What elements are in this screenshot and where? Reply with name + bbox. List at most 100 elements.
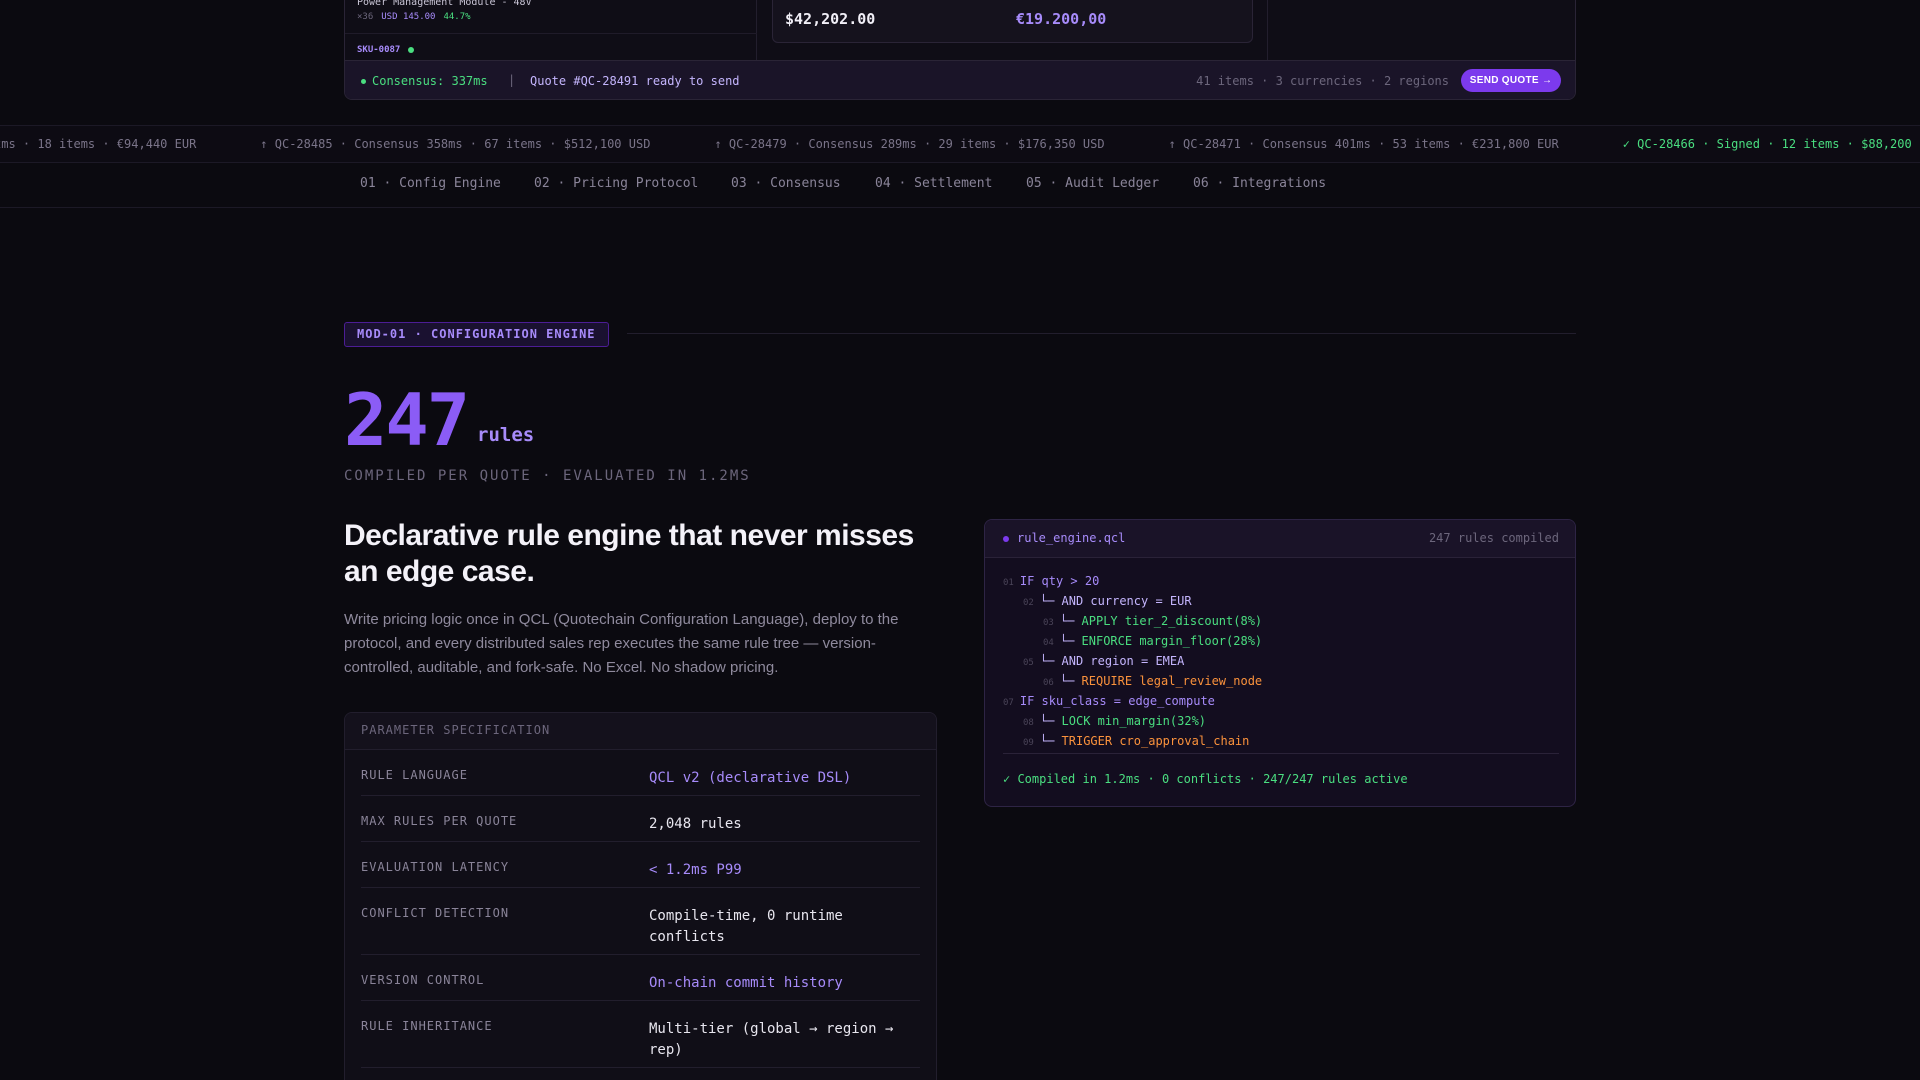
- code-line: 09 └─ TRIGGER cro_approval_chain: [1023, 734, 1249, 748]
- code-line: 03 └─ APPLY tier_2_discount(8%): [1043, 614, 1262, 628]
- tree-branch: └─: [1039, 734, 1062, 748]
- table-row: EVALUATION LATENCY < 1.2ms P99: [361, 842, 920, 888]
- ticker-item[interactable]: ✓ QC-28466 · Signed · 12 items · $88,200: [1623, 137, 1912, 151]
- rules-count: 247: [344, 378, 470, 462]
- status-separator: |: [508, 73, 516, 87]
- table-row: CONFLICT DETECTION Compile-time, 0 runti…: [361, 888, 920, 955]
- spec-value: 2,048 rules: [649, 816, 742, 832]
- sku-label: SKU-0087: [357, 45, 401, 55]
- divider: [627, 333, 1576, 334]
- total-eur: €19.200,00: [1016, 10, 1107, 28]
- quote-card: Power Management Module - 48V ×36 USD 14…: [344, 0, 1576, 100]
- rules-unit: rules: [477, 424, 535, 446]
- section-description: Write pricing logic once in QCL (Quotech…: [344, 611, 899, 676]
- tree-branch: └─: [1039, 714, 1062, 728]
- totals-panel: $42,202.00 €19.200,00: [772, 0, 1253, 43]
- rules-subline: COMPILED PER QUOTE · EVALUATED IN 1.2MS: [344, 468, 751, 484]
- status-dot-icon: [408, 47, 415, 53]
- code-text: TRIGGER cro_approval_chain: [1061, 734, 1250, 748]
- parameter-spec-table: PARAMETER SPECIFICATION RULE LANGUAGE QC…: [344, 712, 937, 1080]
- total-usd: $42,202.00: [785, 10, 876, 28]
- spec-value: Multi-tier (global → region → rep): [649, 1021, 894, 1058]
- line-number: 04: [1043, 638, 1054, 648]
- spec-key: EVALUATION LATENCY: [361, 860, 510, 874]
- tree-branch: └─: [1039, 654, 1062, 668]
- module-tag: MOD-01 · CONFIGURATION ENGINE: [344, 322, 609, 347]
- line-number: 07: [1003, 698, 1014, 708]
- table-row: MAX RULES PER QUOTE 2,048 rules: [361, 796, 920, 842]
- code-text: LOCK min_margin(32%): [1061, 714, 1207, 728]
- spec-value: QCL v2 (declarative DSL): [649, 770, 852, 786]
- ticker-track: 2ms · 18 items · €94,440 EUR ↑ QC-28485 ·…: [0, 137, 1920, 151]
- spec-value: Compile-time, 0 runtime conflicts: [649, 908, 843, 945]
- line-unit-price: USD 145.00: [381, 12, 436, 22]
- file-dot-icon: [1003, 536, 1009, 542]
- spec-key: MAX RULES PER QUOTE: [361, 814, 518, 828]
- code-line: 01 IF qty > 20: [1003, 574, 1099, 588]
- ticker-item[interactable]: ↑ QC-28485 · Consensus 358ms · 67 items …: [260, 137, 650, 151]
- quote-ready-label: Quote #QC-28491 ready to send: [530, 74, 740, 88]
- quote-ticker: 2ms · 18 items · €94,440 EUR ↑ QC-28485 ·…: [0, 125, 1920, 163]
- line-number: 09: [1023, 738, 1034, 748]
- tree-branch: └─: [1059, 614, 1082, 628]
- quote-status-bar: Consensus: 337ms | Quote #QC-28491 ready…: [345, 60, 1575, 99]
- line-item-meta: ×36 USD 145.00 44.7%: [357, 12, 471, 22]
- spec-value: On-chain commit history: [649, 975, 843, 991]
- code-line: 08 └─ LOCK min_margin(32%): [1023, 714, 1206, 728]
- spec-key: CONFLICT DETECTION: [361, 906, 510, 920]
- line-number: 08: [1023, 718, 1034, 728]
- product-name: Power Management Module - 48V: [357, 0, 532, 8]
- ticker-item[interactable]: 2ms · 18 items · €94,440 EUR: [0, 137, 196, 151]
- compile-result: ✓ Compiled in 1.2ms · 0 conflicts · 247/…: [1003, 772, 1408, 786]
- tab-config-engine[interactable]: 01 · Config Engine: [360, 176, 501, 191]
- code-text: IF sku_class = edge_compute: [1019, 694, 1215, 708]
- code-text: AND currency = EUR: [1061, 594, 1192, 608]
- table-row: RULE LANGUAGE QCL v2 (declarative DSL): [361, 750, 920, 796]
- spec-title: PARAMETER SPECIFICATION: [345, 713, 936, 750]
- spec-key: RULE LANGUAGE: [361, 768, 468, 782]
- ticker-item[interactable]: ↑ QC-28471 · Consensus 401ms · 53 items …: [1169, 137, 1559, 151]
- line-number: 03: [1043, 618, 1054, 628]
- divider: [1003, 753, 1559, 754]
- code-line: 07 IF sku_class = edge_compute: [1003, 694, 1215, 708]
- code-line: 04 └─ ENFORCE margin_floor(28%): [1043, 634, 1262, 648]
- code-text: IF qty > 20: [1019, 574, 1100, 588]
- ticker-item[interactable]: ↑ QC-28479 · Consensus 289ms · 29 items …: [714, 137, 1104, 151]
- line-number: 02: [1023, 598, 1034, 608]
- tab-consensus[interactable]: 03 · Consensus: [731, 176, 841, 191]
- tab-audit-ledger[interactable]: 05 · Audit Ledger: [1026, 176, 1159, 191]
- code-text: REQUIRE legal_review_node: [1081, 674, 1263, 688]
- tab-integrations[interactable]: 06 · Integrations: [1193, 176, 1326, 191]
- spec-key: RULE INHERITANCE: [361, 1019, 493, 1033]
- table-row: VERSION CONTROL On-chain commit history: [361, 955, 920, 1001]
- code-line: 02 └─ AND currency = EUR: [1023, 594, 1192, 608]
- quote-summary: 41 items · 3 currencies · 2 regions: [1196, 74, 1449, 88]
- consensus-label: Consensus: 337ms: [372, 74, 488, 88]
- line-items-pane: Power Management Module - 48V ×36 USD 14…: [345, 0, 757, 61]
- consensus-status: Consensus: 337ms: [361, 74, 488, 88]
- divider: [345, 33, 757, 34]
- tree-branch: └─: [1059, 634, 1082, 648]
- line-number: 06: [1043, 678, 1054, 688]
- tab-settlement[interactable]: 04 · Settlement: [875, 176, 992, 191]
- code-status: 247 rules compiled: [1428, 531, 1559, 545]
- consensus-dot-icon: [361, 78, 366, 84]
- divider: [1267, 0, 1268, 61]
- line-qty: ×36: [357, 12, 374, 22]
- tab-pricing-protocol[interactable]: 02 · Pricing Protocol: [534, 176, 698, 191]
- tree-branch: └─: [1059, 674, 1082, 688]
- send-quote-button[interactable]: SEND QUOTE →: [1461, 69, 1561, 92]
- code-text: APPLY tier_2_discount(8%): [1081, 614, 1263, 628]
- code-panel-header: rule_engine.qcl 247 rules compiled: [985, 520, 1575, 558]
- line-number: 05: [1023, 658, 1034, 668]
- line-margin: 44.7%: [443, 12, 471, 22]
- sku-row[interactable]: SKU-0087: [357, 45, 415, 55]
- module-nav: 01 · Config Engine 02 · Pricing Protocol…: [0, 163, 1920, 208]
- spec-key: VERSION CONTROL: [361, 973, 485, 987]
- spec-value: < 1.2ms P99: [649, 862, 742, 878]
- code-line: 06 └─ REQUIRE legal_review_node: [1043, 674, 1262, 688]
- code-line: 05 └─ AND region = EMEA: [1023, 654, 1184, 668]
- table-row: RULE INHERITANCE Multi-tier (global → re…: [361, 1001, 920, 1068]
- code-text: ENFORCE margin_floor(28%): [1081, 634, 1263, 648]
- code-filename[interactable]: rule_engine.qcl: [1017, 531, 1125, 545]
